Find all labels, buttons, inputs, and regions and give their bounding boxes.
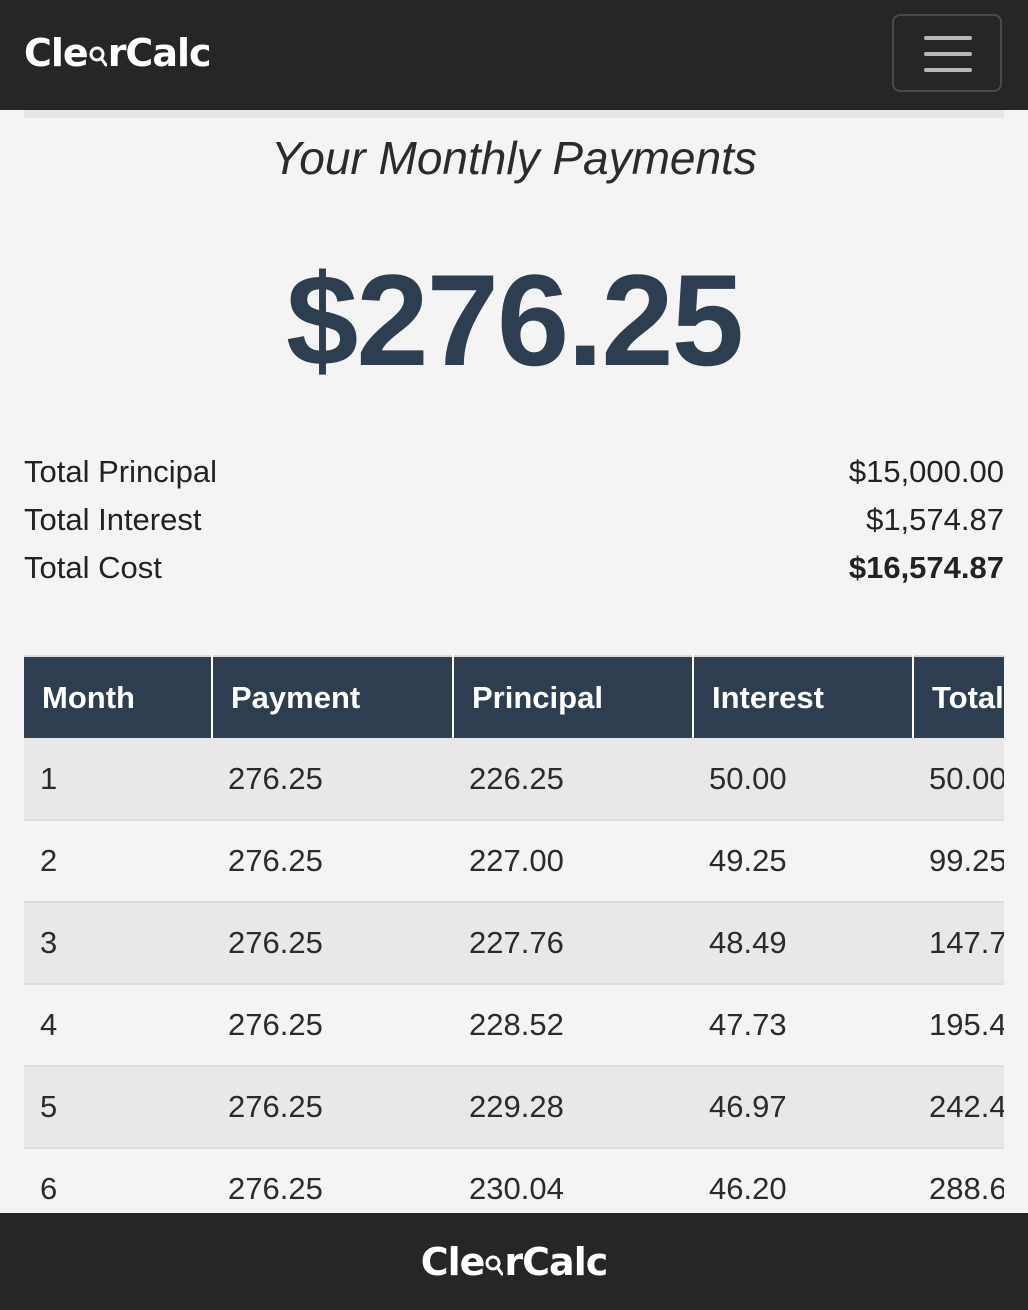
cell-interest: 46.97 — [693, 1066, 913, 1149]
cell-payment: 276.25 — [212, 1148, 453, 1213]
monthly-payment-amount: $276.25 — [286, 247, 744, 393]
cell-total: 288.64 — [913, 1148, 1004, 1213]
table-row: 2 276.25 227.00 49.25 99.25 — [24, 820, 1004, 903]
footer-brand-text-end: rCalc — [504, 1240, 608, 1284]
cell-payment: 276.25 — [212, 984, 453, 1067]
table-row: 3 276.25 227.76 48.49 147.74 — [24, 902, 1004, 985]
cell-payment: 276.25 — [212, 820, 453, 903]
total-cost-value: $16,574.87 — [848, 550, 1004, 585]
brand-logo[interactable]: Cle rCalc — [24, 28, 212, 78]
table-row: 5 276.25 229.28 46.97 242.44 — [24, 1066, 1004, 1149]
cell-payment: 276.25 — [212, 738, 453, 821]
cell-principal: 228.52 — [453, 984, 693, 1067]
total-interest-value: $1,574.87 — [866, 502, 1004, 537]
cell-month: 3 — [24, 902, 212, 985]
table-row: 4 276.25 228.52 47.73 195.47 — [24, 984, 1004, 1067]
total-principal-value: $15,000.00 — [848, 454, 1004, 489]
amortization-table: Month Payment Principal Interest Total 1… — [24, 655, 1004, 1213]
column-header-payment: Payment — [212, 655, 454, 738]
cell-principal: 226.25 — [453, 738, 693, 821]
column-header-principal: Principal — [453, 655, 694, 738]
footer-brand-text-start: Cle — [420, 1240, 486, 1284]
cost-summary: Total Principal $15,000.00 Total Interes… — [24, 448, 1004, 592]
column-header-interest: Interest — [693, 655, 914, 738]
cell-month: 1 — [24, 738, 212, 821]
cell-principal: 227.76 — [453, 902, 693, 985]
cell-principal: 229.28 — [453, 1066, 693, 1149]
brand-text-end: rCalc — [107, 31, 212, 75]
cell-month: 4 — [24, 984, 212, 1067]
summary-row-total-cost: Total Cost $16,574.87 — [24, 544, 1004, 592]
cell-interest: 48.49 — [693, 902, 913, 985]
cell-payment: 276.25 — [212, 902, 453, 985]
table-header-row: Month Payment Principal Interest Total — [24, 655, 1004, 738]
summary-row-total-principal: Total Principal $15,000.00 — [24, 448, 1004, 496]
total-principal-label: Total Principal — [24, 454, 217, 489]
column-header-month: Month — [24, 655, 213, 738]
cell-interest: 50.00 — [693, 738, 913, 821]
cell-month: 6 — [24, 1148, 212, 1213]
total-interest-label: Total Interest — [24, 502, 202, 537]
brand-text-start: Cle — [24, 31, 89, 75]
total-cost-label: Total Cost — [24, 550, 162, 585]
page-heading: Your Monthly Payments — [271, 132, 757, 184]
cell-principal: 227.00 — [453, 820, 693, 903]
cell-month: 2 — [24, 820, 212, 903]
cell-interest: 46.20 — [693, 1148, 913, 1213]
cell-total: 242.44 — [913, 1066, 1004, 1149]
magnifier-icon — [485, 1239, 504, 1276]
cell-month: 5 — [24, 1066, 212, 1149]
cell-interest: 47.73 — [693, 984, 913, 1067]
column-header-total: Total — [913, 655, 1004, 738]
cell-interest: 49.25 — [693, 820, 913, 903]
cell-total: 195.47 — [913, 984, 1004, 1067]
cell-payment: 276.25 — [212, 1066, 453, 1149]
magnifier-icon — [89, 30, 108, 67]
menu-toggle-button[interactable] — [892, 14, 1002, 92]
top-navbar: Cle rCalc — [0, 0, 1028, 110]
cell-principal: 230.04 — [453, 1148, 693, 1213]
table-row: 6 276.25 230.04 46.20 288.64 — [24, 1148, 1004, 1213]
divider — [24, 110, 1004, 118]
cell-total: 50.00 — [913, 738, 1004, 821]
amortization-table-container[interactable]: Month Payment Principal Interest Total 1… — [24, 655, 1004, 1213]
cell-total: 147.74 — [913, 902, 1004, 985]
cell-total: 99.25 — [913, 820, 1004, 903]
footer-brand-logo[interactable]: Cle rCalc — [0, 1237, 1028, 1287]
table-row: 1 276.25 226.25 50.00 50.00 — [24, 738, 1004, 821]
summary-row-total-interest: Total Interest $1,574.87 — [24, 496, 1004, 544]
footer: Cle rCalc — [0, 1213, 1028, 1310]
